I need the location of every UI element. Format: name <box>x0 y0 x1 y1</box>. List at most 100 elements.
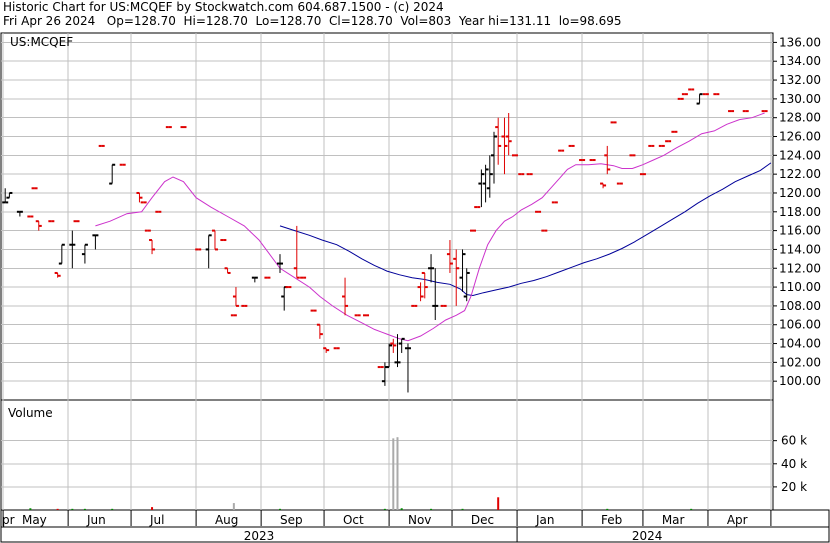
ohlc-bar <box>81 243 88 264</box>
price-tick-label: 120.00 <box>779 186 821 200</box>
year-label: 2024 <box>632 529 663 543</box>
ohlc-bar <box>381 362 388 386</box>
volume-bar <box>461 508 464 510</box>
ohlc-bar <box>281 286 288 311</box>
volume-label: Volume <box>8 406 53 420</box>
volume-bar <box>111 508 114 510</box>
ohlc-bar <box>428 254 435 283</box>
month-label: Mar <box>662 513 685 527</box>
stock-chart: 100.00 102.00 104.00 106.00 108.00 110.00 112.… <box>0 32 830 543</box>
month-label: Aug <box>215 513 238 527</box>
volume-bar <box>396 437 399 510</box>
month-label: Sep <box>280 513 303 527</box>
volume-bar <box>56 508 59 510</box>
month-label: Nov <box>408 513 431 527</box>
ohlc-bar <box>421 271 428 299</box>
price-panel-frame <box>0 32 774 401</box>
volume-bar <box>497 497 500 510</box>
ohlc-bar <box>342 277 349 316</box>
volume-bar <box>151 507 154 510</box>
ohlc-bar <box>495 117 502 165</box>
ohlc-bar <box>482 164 489 203</box>
volume-bar <box>430 508 433 510</box>
price-tick-label: 116.00 <box>779 224 821 238</box>
ohlc-bar <box>58 243 65 265</box>
price-tick-label: 132.00 <box>779 73 821 87</box>
price-tick-label: 124.00 <box>779 148 821 162</box>
volume-bar <box>83 508 86 510</box>
price-tick-label: 108.00 <box>779 299 821 313</box>
ohlc-bar <box>404 343 411 393</box>
ohlc-bar <box>6 191 13 199</box>
month-label: Apr <box>727 513 748 527</box>
price-tick-label: 100.00 <box>779 374 821 388</box>
ohlc-bar <box>453 249 460 306</box>
volume-bar <box>383 508 386 510</box>
month-label: Jan <box>535 513 555 527</box>
ohlc-bar <box>136 191 143 203</box>
month-label: Dec <box>471 513 494 527</box>
month-label: pr <box>2 513 15 527</box>
month-label: Feb <box>601 513 622 527</box>
ohlc-bar <box>92 234 99 250</box>
ohlc-bar <box>251 276 258 283</box>
symbol-label: US:MCQEF <box>10 35 73 49</box>
volume-bar <box>29 508 32 510</box>
volume-panel-frame <box>0 399 774 511</box>
ohlc-bar <box>54 271 61 278</box>
ohlc-bar <box>386 343 393 369</box>
ohlc-bar <box>490 131 497 184</box>
ohlc-bar <box>478 169 485 208</box>
price-tick-label: 112.00 <box>779 261 821 275</box>
volume-bar <box>606 508 609 510</box>
ohlc-bar <box>501 117 508 175</box>
volume-bar <box>232 503 235 510</box>
price-tick-label: 122.00 <box>779 167 821 181</box>
price-tick-label: 136.00 <box>779 35 821 49</box>
ohlc-bar <box>417 282 424 302</box>
price-tick-label: 128.00 <box>779 111 821 125</box>
ohlc-bar <box>486 155 493 198</box>
ohlc-bar <box>459 249 466 292</box>
month-label: Oct <box>343 513 364 527</box>
ohlc-bar <box>205 234 212 269</box>
ohlc-bar <box>293 225 300 279</box>
ohlc-bar <box>398 337 405 353</box>
volume-bar <box>400 508 403 510</box>
price-tick-label: 102.00 <box>779 355 821 369</box>
price-tick-label: 126.00 <box>779 130 821 144</box>
price-tick-label: 106.00 <box>779 318 821 332</box>
slow-moving-average-line <box>279 162 772 297</box>
month-label: Jun <box>86 513 106 527</box>
volume-tick-label: 60 k <box>781 434 807 448</box>
year-label: 2023 <box>244 529 275 543</box>
volume-bar <box>71 508 74 510</box>
ohlc-bar <box>604 145 611 175</box>
price-tick-label: 130.00 <box>779 92 821 106</box>
ohlc-bar <box>35 220 42 231</box>
ohlc-bar <box>224 267 231 274</box>
ohlc-bar <box>16 210 23 217</box>
price-tick-label: 104.00 <box>779 337 821 351</box>
axes: 100.00 102.00 104.00 106.00 108.00 110.00 112.… <box>1 35 829 543</box>
price-tick-label: 118.00 <box>779 205 821 219</box>
month-label: Jul <box>149 513 164 527</box>
ohlc-bar <box>432 268 439 321</box>
volume-bar <box>690 508 693 510</box>
ohlc-bar <box>505 112 512 156</box>
ohlc-bar <box>463 268 470 302</box>
volume-tick-label: 20 k <box>781 480 807 494</box>
volume-bars <box>29 437 693 510</box>
ohlc-bar <box>211 229 218 251</box>
price-tick-label: 134.00 <box>779 54 821 68</box>
price-tick-label: 110.00 <box>779 280 821 294</box>
volume-tick-label: 40 k <box>781 457 807 471</box>
ohlc-bar <box>600 182 607 189</box>
month-label: May <box>22 513 47 527</box>
price-tick-label: 114.00 <box>779 242 821 256</box>
ohlc-bar <box>149 239 156 255</box>
volume-bar <box>279 508 282 510</box>
price-bars <box>2 88 768 393</box>
volume-bar <box>392 438 395 510</box>
ohlc-bar <box>232 287 239 307</box>
